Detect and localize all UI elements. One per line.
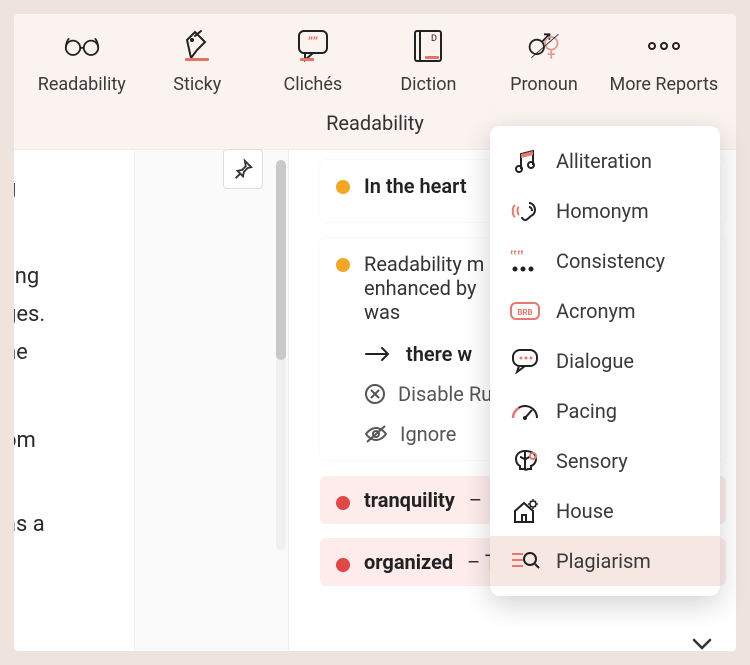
- gauge-icon: [510, 396, 540, 426]
- more-dots-icon: [646, 28, 682, 64]
- tool-more-reports[interactable]: More Reports: [610, 28, 719, 95]
- dropdown-label: Dialogue: [556, 349, 634, 373]
- dropdown-label: Sensory: [556, 449, 628, 473]
- svg-text:‟‟: ‟‟: [510, 248, 524, 264]
- tool-label: Clichés: [284, 74, 343, 95]
- card-line: was: [364, 300, 484, 324]
- arrow-right-icon: [364, 346, 392, 362]
- tool-label: Pronoun: [510, 74, 578, 95]
- text-fragment: om: [14, 422, 84, 460]
- severity-dot-icon: [336, 258, 350, 272]
- scrollbar-thumb[interactable]: [276, 160, 286, 360]
- dropdown-label: Alliteration: [556, 149, 652, 173]
- text-fragment: as a: [14, 506, 84, 544]
- severity-dot-icon: [336, 496, 350, 510]
- gender-symbols-icon: [526, 28, 562, 64]
- severity-dot-icon: [336, 558, 350, 572]
- dropdown-item-sensory[interactable]: Sensory: [490, 436, 720, 486]
- house-gear-icon: [510, 496, 540, 526]
- gutter: [134, 150, 289, 651]
- tool-pronoun[interactable]: Pronoun: [494, 28, 594, 95]
- brain-icon: [510, 446, 540, 476]
- pin-icon: [232, 158, 254, 180]
- text-fragment: ne: [14, 334, 84, 372]
- chevron-down-icon[interactable]: [692, 637, 712, 651]
- tool-diction[interactable]: D Diction: [378, 28, 478, 95]
- issue-word: organized: [364, 550, 453, 574]
- dropdown-label: House: [556, 499, 614, 523]
- svg-text:BRB: BRB: [517, 308, 532, 317]
- issue-rest: –: [469, 488, 482, 512]
- document-text-fragment: g ling ges. ne om as a: [14, 160, 94, 554]
- dropdown-label: Pacing: [556, 399, 617, 423]
- brb-badge-icon: BRB: [510, 296, 540, 326]
- quotes-icon: ‟‟: [510, 246, 540, 276]
- dropdown-item-acronym[interactable]: BRB Acronym: [490, 286, 720, 336]
- tool-readability[interactable]: Readability: [32, 28, 132, 95]
- dropdown-item-pacing[interactable]: Pacing: [490, 386, 720, 436]
- report-toolbar: Readability Sticky ”” Clichés D Diction …: [14, 14, 736, 105]
- tool-label: More Reports: [610, 74, 719, 95]
- glue-icon: [179, 28, 215, 64]
- dropdown-label: Plagiarism: [556, 549, 651, 573]
- tool-label: Sticky: [173, 74, 221, 95]
- tool-label: Readability: [38, 74, 126, 95]
- text-fragment: g: [14, 170, 84, 208]
- pin-button[interactable]: [223, 149, 263, 189]
- severity-dot-icon: [336, 180, 350, 194]
- scrollbar[interactable]: [276, 160, 286, 550]
- search-lines-icon: [510, 546, 540, 576]
- tool-cliches[interactable]: ”” Clichés: [263, 28, 363, 95]
- more-reports-dropdown: Alliteration Homonym ‟‟ Consistency BRB …: [490, 126, 720, 596]
- dropdown-item-homonym[interactable]: Homonym: [490, 186, 720, 236]
- quote-bubble-icon: ””: [295, 28, 331, 64]
- action-label: Disable Ru: [398, 382, 492, 406]
- dropdown-item-dialogue[interactable]: Dialogue: [490, 336, 720, 386]
- glasses-icon: [64, 28, 100, 64]
- music-note-icon: [510, 146, 540, 176]
- issue-word: tranquility: [364, 488, 455, 512]
- eye-off-icon: [364, 424, 388, 444]
- circle-x-icon: [364, 383, 386, 405]
- suggestion-text: there w: [406, 342, 472, 366]
- card-line: enhanced by: [364, 276, 484, 300]
- card-line: Readability m: [364, 252, 484, 276]
- svg-text:D: D: [431, 34, 437, 44]
- tool-sticky[interactable]: Sticky: [147, 28, 247, 95]
- dropdown-item-plagiarism[interactable]: Plagiarism: [490, 536, 720, 586]
- card-body: Readability m enhanced by was: [364, 252, 484, 324]
- dropdown-label: Acronym: [556, 299, 636, 323]
- ear-icon: [510, 196, 540, 226]
- svg-text:””: ””: [308, 35, 318, 50]
- text-fragment: ges.: [14, 296, 84, 334]
- dropdown-item-alliteration[interactable]: Alliteration: [490, 136, 720, 186]
- dropdown-label: Consistency: [556, 249, 665, 273]
- dropdown-item-house[interactable]: House: [490, 486, 720, 536]
- dropdown-item-consistency[interactable]: ‟‟ Consistency: [490, 236, 720, 286]
- text-fragment: ling: [14, 258, 84, 296]
- action-label: Ignore: [400, 422, 456, 446]
- tool-label: Diction: [400, 74, 456, 95]
- dictionary-icon: D: [410, 28, 446, 64]
- speech-bubble-icon: [510, 346, 540, 376]
- card-title: In the heart: [364, 174, 467, 198]
- dropdown-label: Homonym: [556, 199, 649, 223]
